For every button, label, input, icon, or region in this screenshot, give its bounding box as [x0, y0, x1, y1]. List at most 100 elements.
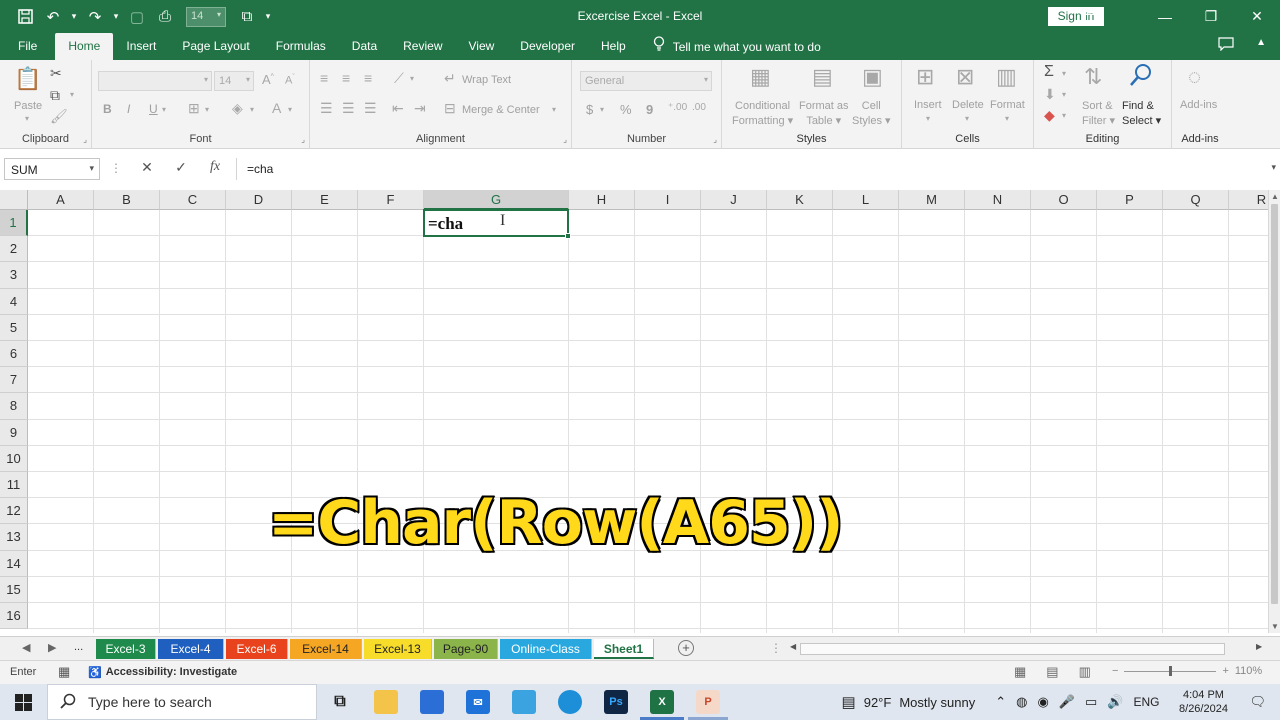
column-header-k[interactable]: K	[767, 190, 833, 210]
edge-browser-icon[interactable]	[558, 690, 582, 714]
paste-icon[interactable]: 📋	[14, 66, 41, 92]
decrease-font-size-icon[interactable]: Aˇ	[285, 74, 295, 87]
tab-view[interactable]: View	[456, 33, 508, 60]
column-header-j[interactable]: J	[701, 190, 767, 210]
battery-icon[interactable]: ▭	[1085, 694, 1097, 710]
minimize-icon[interactable]: —	[1142, 0, 1188, 33]
format-as-table-icon[interactable]: ▤	[812, 64, 833, 90]
print-preview-icon[interactable]: ⎙	[152, 5, 178, 29]
column-header-h[interactable]: H	[569, 190, 635, 210]
qat-font-size-box[interactable]: 14 ▾	[186, 6, 226, 27]
page-break-preview-icon[interactable]: ▥	[1079, 664, 1091, 680]
format-painter-icon[interactable]: 🖌	[50, 108, 68, 125]
undo-dropdown-icon[interactable]: ▾	[68, 11, 80, 22]
clear-dropdown-icon[interactable]: ▾	[1062, 111, 1066, 120]
row-header-11[interactable]: 11	[0, 472, 28, 499]
expand-formula-bar-icon[interactable]: ▾	[1271, 162, 1276, 173]
row-header-8[interactable]: 8	[0, 393, 28, 420]
fill-color-dropdown-icon[interactable]: ▾	[250, 105, 254, 114]
vpn-icon[interactable]: ◉	[1037, 694, 1048, 710]
increase-indent-icon[interactable]: ⇥	[414, 100, 426, 117]
sheet-tab-sheet1[interactable]: Sheet1	[594, 639, 654, 659]
decrease-decimal-icon[interactable]: .00	[692, 102, 706, 113]
align-center-icon[interactable]: ☰	[342, 100, 355, 117]
column-header-f[interactable]: F	[358, 190, 424, 210]
horizontal-scroll-thumb[interactable]	[800, 643, 1225, 655]
format-cells-icon[interactable]: ▥	[996, 64, 1017, 90]
powerpoint-app-icon[interactable]: P	[696, 690, 720, 714]
underline-button[interactable]: U	[149, 102, 158, 116]
tab-formulas[interactable]: Formulas	[263, 33, 339, 60]
addins-button[interactable]: Add-ins	[1180, 99, 1217, 111]
merge-dropdown-icon[interactable]: ▾	[552, 105, 556, 114]
increase-font-size-icon[interactable]: A^	[262, 72, 274, 87]
sheet-tab-online-class[interactable]: Online-Class	[500, 639, 592, 659]
scroll-thumb[interactable]	[1271, 204, 1278, 604]
column-header-c[interactable]: C	[160, 190, 226, 210]
cancel-entry-icon[interactable]: ✕	[130, 159, 164, 176]
font-color-icon[interactable]: A	[272, 100, 281, 116]
row-header-1[interactable]: 1	[0, 210, 28, 237]
undo-icon[interactable]: ↶	[40, 5, 66, 29]
number-launcher-icon[interactable]: ⌟	[713, 135, 717, 144]
clipboard-launcher-icon[interactable]: ⌟	[83, 135, 87, 144]
delete-dropdown-icon[interactable]: ▾	[965, 114, 969, 123]
fill-dropdown-icon[interactable]: ▾	[1062, 90, 1066, 99]
scroll-right-icon[interactable]: ▶	[1256, 642, 1262, 651]
volume-icon[interactable]: 🔊	[1107, 694, 1123, 710]
page-layout-view-icon[interactable]: ▤	[1046, 664, 1058, 680]
font-color-dropdown-icon[interactable]: ▾	[288, 105, 292, 114]
tab-page-layout[interactable]: Page Layout	[169, 33, 262, 60]
column-header-o[interactable]: O	[1031, 190, 1097, 210]
confirm-entry-icon[interactable]: ✓	[164, 159, 198, 176]
sheet-tab-excel-4[interactable]: Excel-4	[158, 639, 224, 659]
row-header-4[interactable]: 4	[0, 288, 28, 315]
font-name-box[interactable]: ▾	[98, 71, 212, 91]
row-header-9[interactable]: 9	[0, 419, 28, 446]
column-header-i[interactable]: I	[635, 190, 701, 210]
column-header-d[interactable]: D	[226, 190, 292, 210]
zoom-level[interactable]: 110%	[1235, 665, 1262, 677]
sort-filter-button[interactable]: Sort & Filter ▾	[1082, 99, 1115, 129]
zoom-out-icon[interactable]: −	[1112, 665, 1118, 677]
align-middle-icon[interactable]: ≡	[342, 70, 350, 86]
copy-icon[interactable]: ⧉	[50, 87, 60, 104]
tab-developer[interactable]: Developer	[507, 33, 588, 60]
mail-icon[interactable]: ✉	[466, 690, 490, 714]
formula-input[interactable]: =cha	[236, 158, 1266, 180]
row-header-6[interactable]: 6	[0, 341, 28, 368]
column-header-p[interactable]: P	[1097, 190, 1163, 210]
name-box[interactable]: SUM ▾	[4, 158, 100, 180]
row-header-3[interactable]: 3	[0, 262, 28, 289]
redo-icon[interactable]: ↷	[82, 5, 108, 29]
orientation-icon[interactable]: ⟋	[394, 70, 404, 87]
notifications-icon[interactable]: 🗨	[1249, 694, 1266, 710]
cell-styles-icon[interactable]: ▣	[862, 64, 883, 90]
tell-me-search[interactable]: Tell me what you want to do	[653, 33, 821, 60]
normal-view-icon[interactable]: ▦	[1014, 664, 1026, 680]
scroll-up-icon[interactable]: ▲	[1271, 192, 1279, 201]
next-sheet-icon[interactable]: ▶	[48, 641, 56, 654]
find-select-button[interactable]: Find & Select ▾	[1122, 99, 1161, 129]
align-top-icon[interactable]: ≡	[320, 70, 328, 86]
row-header-10[interactable]: 10	[0, 445, 28, 472]
row-header-15[interactable]: 15	[0, 576, 28, 603]
windows-start-icon[interactable]	[0, 684, 46, 720]
format-cells-button[interactable]: Format	[990, 99, 1025, 111]
insert-dropdown-icon[interactable]: ▾	[926, 114, 930, 123]
orientation-dropdown-icon[interactable]: ▾	[410, 74, 414, 83]
tab-data[interactable]: Data	[339, 33, 390, 60]
insert-function-icon[interactable]: fx	[198, 159, 232, 176]
macro-recording-icon[interactable]: ▦	[58, 664, 70, 680]
decrease-indent-icon[interactable]: ⇤	[392, 100, 404, 117]
percent-button[interactable]: %	[620, 102, 632, 117]
tab-insert[interactable]: Insert	[113, 33, 169, 60]
borders-dropdown-icon[interactable]: ▾	[205, 105, 209, 114]
restore-icon[interactable]: ❐	[1188, 0, 1234, 33]
wrap-text-icon[interactable]: ↵	[444, 70, 456, 87]
tab-split-grip-icon[interactable]: ⋮	[770, 641, 782, 655]
format-dropdown-icon[interactable]: ▾	[1005, 114, 1009, 123]
network-globe-icon[interactable]: ◍	[1016, 694, 1027, 710]
insert-cells-icon[interactable]: ⊞	[916, 64, 934, 90]
column-header-g[interactable]: G	[424, 190, 569, 210]
